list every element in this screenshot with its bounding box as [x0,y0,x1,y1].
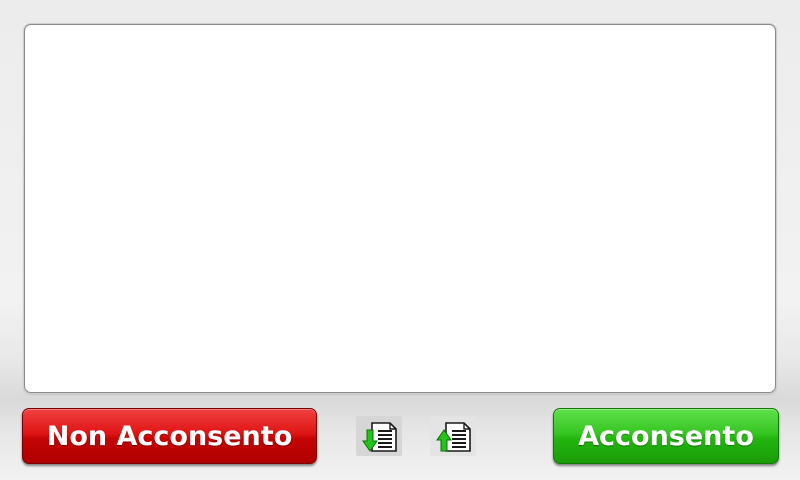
acconsento-button[interactable]: Acconsento [553,408,779,464]
non-acconsento-button[interactable]: Non Acconsento [22,408,317,464]
download-document-button[interactable] [356,414,402,458]
non-acconsento-label: Non Acconsento [46,420,293,452]
acconsento-label: Acconsento [578,420,754,452]
upload-document-button[interactable] [430,414,476,458]
document-download-icon [356,416,402,456]
document-upload-icon [430,416,476,456]
consent-text-panel[interactable] [24,24,776,393]
